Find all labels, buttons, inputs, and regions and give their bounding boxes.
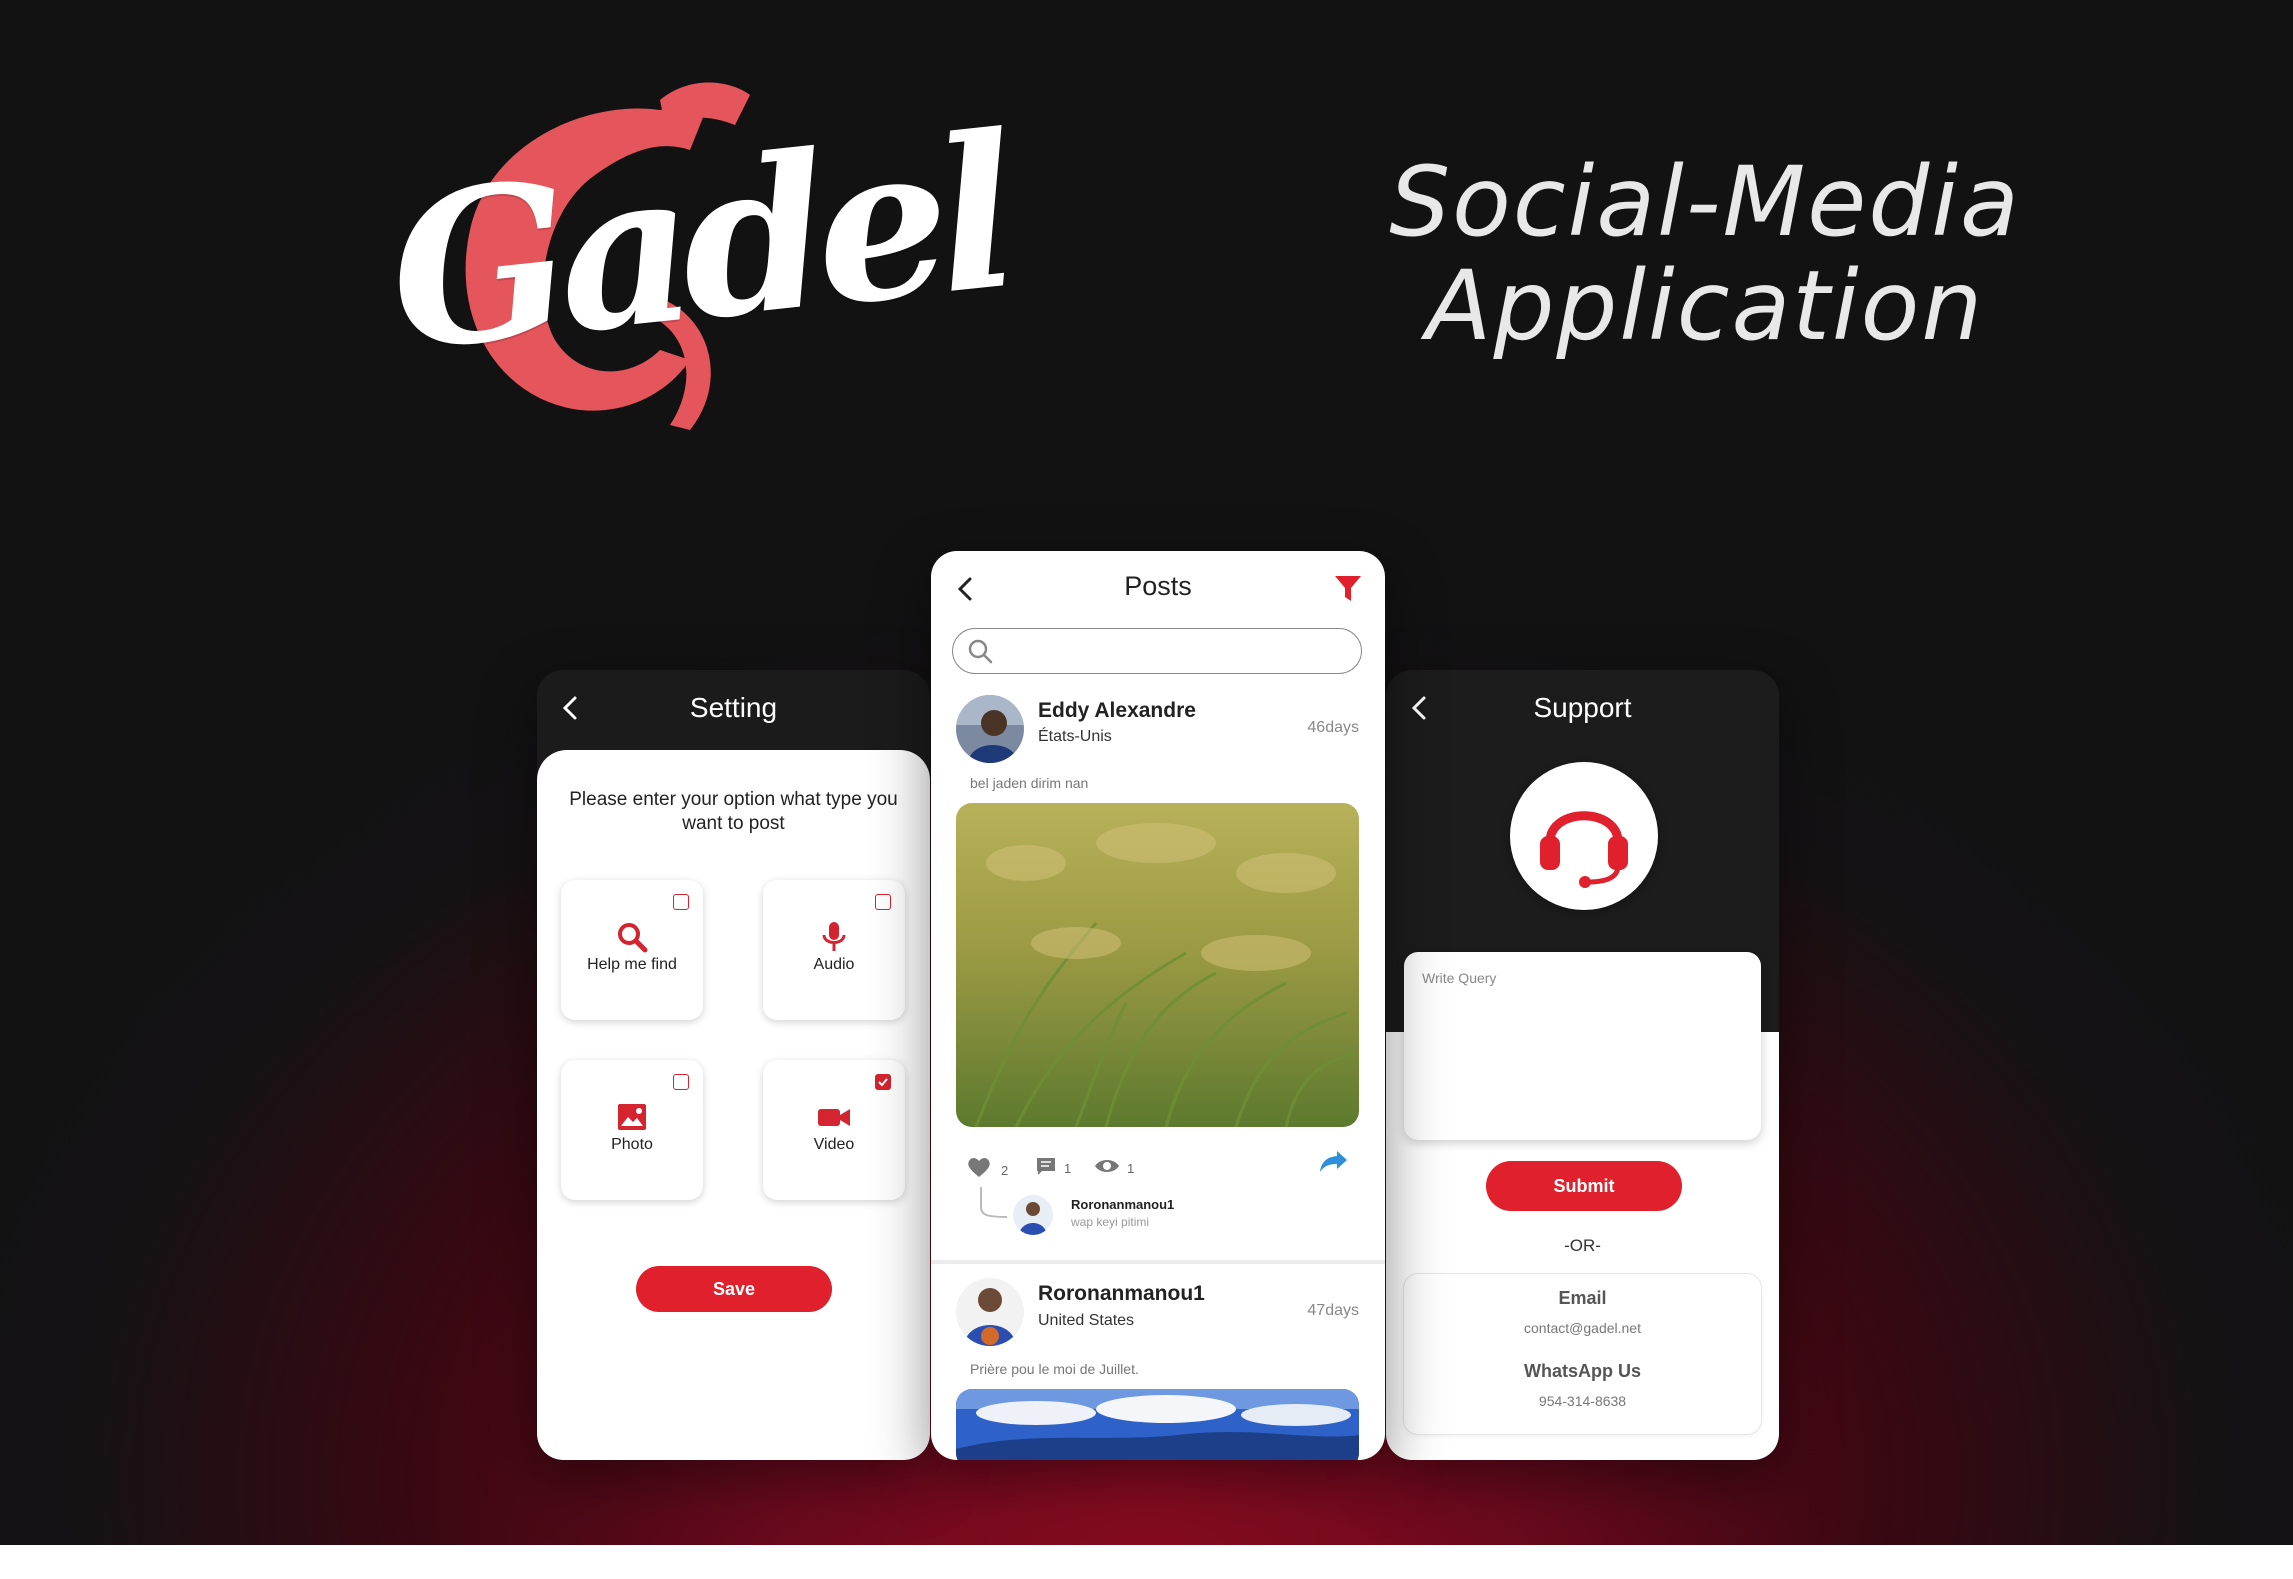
support-screen: Support Write Query Submit -OR- Email co…: [1386, 670, 1779, 1460]
option-label: Photo: [611, 1136, 653, 1153]
search-icon: [618, 923, 648, 953]
post-image-rice-field[interactable]: [956, 803, 1359, 1127]
save-button[interactable]: Save: [636, 1266, 832, 1312]
filter-icon[interactable]: [1333, 573, 1363, 603]
post-author[interactable]: Eddy Alexandre: [1038, 699, 1196, 723]
email-label: Email: [1558, 1288, 1607, 1308]
support-title: Support: [1533, 692, 1632, 723]
hero-background: Gadel Social-Media Application Setting P…: [0, 0, 2293, 1545]
post-caption: Prière pou le moi de Juillet.: [970, 1361, 1139, 1377]
image-icon: [618, 1104, 646, 1130]
headline-line-2: Application: [1425, 250, 1985, 362]
contact-card: Email contact@gadel.net WhatsApp Us 954-…: [1404, 1274, 1761, 1434]
comment-author[interactable]: Roronanmanou1: [1071, 1197, 1174, 1212]
option-label: Audio: [813, 956, 855, 973]
post-image-landscape[interactable]: [956, 1389, 1359, 1460]
or-divider: -OR-: [1564, 1236, 1601, 1255]
posts-screen: Posts Eddy Alexandre États-Unis 46days b…: [931, 551, 1385, 1460]
likes-count: 2: [1001, 1163, 1009, 1178]
gadel-logo: Gadel: [330, 80, 1017, 440]
submit-button[interactable]: Submit: [1486, 1161, 1682, 1211]
comment-icon[interactable]: [1035, 1156, 1057, 1178]
search-input[interactable]: [952, 628, 1362, 674]
setting-header: Setting: [537, 670, 930, 750]
setting-body: Please enter your option what type you w…: [537, 750, 930, 1460]
share-arrow-icon[interactable]: [1319, 1149, 1349, 1175]
comments-count: 1: [1064, 1161, 1072, 1176]
posts-header: Posts: [931, 551, 1385, 627]
option-checkbox-checked[interactable]: [875, 1074, 891, 1090]
option-audio[interactable]: Audio: [763, 880, 905, 1020]
option-help-me-find[interactable]: Help me find: [561, 880, 703, 1020]
post-author[interactable]: Roronanmanou1: [1038, 1282, 1205, 1306]
whatsapp-value[interactable]: 954-314-8638: [1404, 1393, 1761, 1409]
post-age: 46days: [1307, 719, 1359, 736]
comment-avatar[interactable]: [1013, 1195, 1053, 1235]
whatsapp-label: WhatsApp Us: [1524, 1361, 1641, 1381]
post-divider: [931, 1260, 1385, 1264]
reply-connector: [980, 1187, 1008, 1218]
option-label: Video: [813, 1136, 855, 1153]
headline-line-1: Social-Media: [1389, 146, 2021, 258]
search-icon: [968, 639, 993, 664]
avatar[interactable]: [956, 1278, 1024, 1346]
post-location: États-Unis: [1038, 728, 1112, 745]
microphone-icon: [822, 922, 846, 951]
support-header: Support: [1386, 670, 1779, 750]
video-camera-icon: [818, 1109, 850, 1126]
post-caption: bel jaden dirim nan: [970, 775, 1089, 791]
post-age: 47days: [1307, 1302, 1359, 1319]
option-checkbox[interactable]: [673, 1074, 689, 1090]
views-count: 1: [1127, 1161, 1135, 1176]
headset-icon: [1540, 811, 1628, 888]
query-textarea[interactable]: Write Query: [1404, 952, 1761, 1140]
views-eye-icon: [1095, 1160, 1119, 1172]
option-label: Help me find: [587, 956, 677, 973]
posts-title: Posts: [1124, 571, 1192, 601]
option-checkbox[interactable]: [875, 894, 891, 910]
check-icon: [878, 1078, 888, 1087]
email-value[interactable]: contact@gadel.net: [1404, 1320, 1761, 1336]
option-video[interactable]: Video: [763, 1060, 905, 1200]
avatar[interactable]: [956, 695, 1024, 763]
setting-prompt: Please enter your option what type you w…: [569, 789, 898, 834]
support-avatar: [1510, 762, 1658, 910]
post-location: United States: [1038, 1312, 1135, 1329]
option-photo[interactable]: Photo: [561, 1060, 703, 1200]
setting-title: Setting: [689, 692, 778, 723]
heart-icon[interactable]: [967, 1156, 991, 1178]
option-checkbox[interactable]: [673, 894, 689, 910]
query-placeholder: Write Query: [1422, 970, 1497, 986]
setting-screen: Setting Please enter your option what ty…: [537, 670, 930, 1460]
comment-text: wap keyi pitimi: [1071, 1215, 1150, 1229]
headline: Social-Media Application: [1380, 150, 2030, 358]
